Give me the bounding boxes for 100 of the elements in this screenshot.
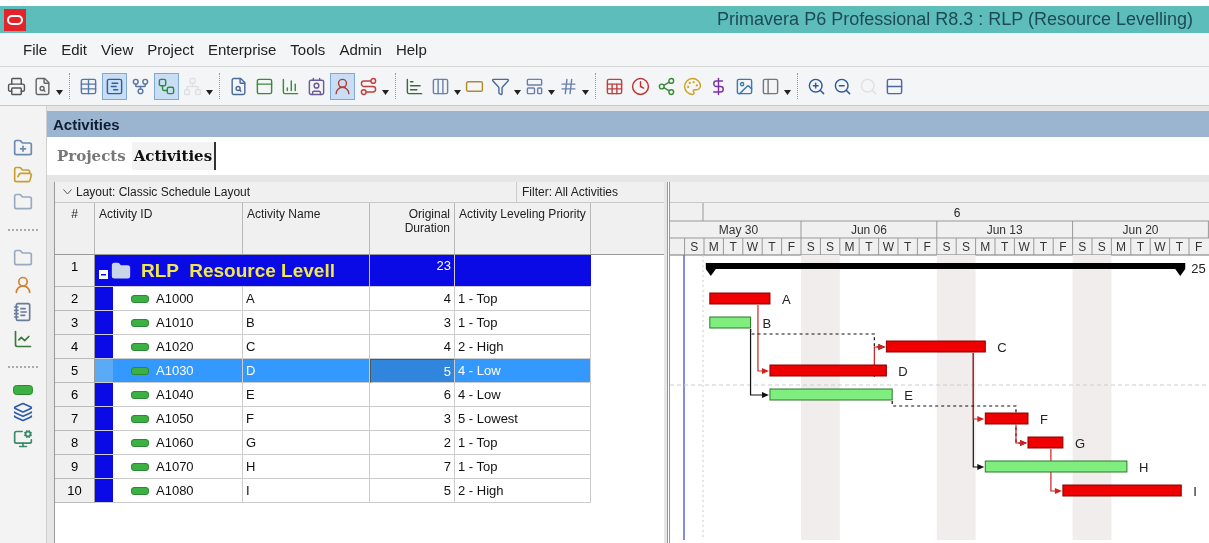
filter-label[interactable]: Filter: All Activities (517, 185, 619, 199)
route-icon (359, 76, 378, 96)
column-header[interactable]: Activity Name (243, 203, 370, 255)
bar-label: G (1074, 436, 1086, 451)
table-cell-text: A1020 (155, 338, 194, 356)
table-cell: E (243, 383, 370, 407)
activity-icon (131, 343, 149, 351)
menu-item[interactable]: Enterprise (202, 39, 282, 60)
bars-icon (405, 76, 424, 96)
menu-item[interactable]: Tools (285, 39, 331, 60)
caret-icon[interactable] (514, 89, 521, 95)
bar-label: F (1040, 412, 1048, 427)
activity-bar[interactable] (1062, 484, 1182, 497)
menu-item[interactable]: View (96, 39, 139, 60)
day-label: T (1136, 240, 1145, 254)
layout-icon (525, 76, 544, 96)
activity-bar[interactable] (769, 364, 887, 377)
table-cell: 2 - High (455, 335, 591, 359)
activity-icon (131, 439, 149, 447)
activity-bar[interactable] (1027, 436, 1064, 449)
project-name: RLP Resource Levell (141, 259, 335, 282)
user-icon (333, 76, 352, 96)
toolbar-button[interactable] (330, 72, 355, 100)
folder-icon[interactable] (13, 248, 33, 268)
monitor-icon[interactable] (13, 429, 33, 449)
file-search-icon (33, 76, 52, 96)
image-icon (735, 76, 754, 96)
layout-label[interactable]: Layout: Classic Schedule Layout (76, 185, 251, 199)
indent-strip (95, 359, 113, 382)
day-label: T (729, 240, 737, 254)
table-cell: 4 - Low (455, 359, 591, 383)
toolbar-button[interactable] (102, 72, 127, 100)
table-cell: 4 - Low (455, 383, 591, 407)
column-header[interactable]: # (55, 203, 95, 255)
caret-icon[interactable] (582, 89, 589, 95)
day-label: T (768, 240, 776, 254)
row-number: 6 (55, 383, 95, 407)
indent-strip (95, 479, 113, 502)
indent-strip (95, 311, 113, 334)
toolbar-button[interactable] (154, 72, 179, 100)
table-cell: 23 (370, 255, 455, 287)
row-number: 9 (55, 455, 95, 479)
day-label: S (1097, 240, 1106, 254)
caret-icon[interactable] (548, 89, 555, 95)
day-label: T (865, 240, 873, 254)
tab[interactable]: Projects (55, 142, 128, 170)
table-cell-text: A1060 (155, 434, 194, 452)
tab[interactable]: Activities (131, 142, 217, 170)
day-label: F (787, 240, 795, 254)
folder-icon[interactable] (13, 192, 33, 212)
caret-icon[interactable] (454, 89, 461, 95)
menu-item[interactable]: File (18, 39, 53, 60)
app-logo (4, 8, 26, 31)
activity-bar[interactable] (709, 292, 771, 305)
collapse-icon[interactable] (99, 270, 108, 279)
table-cell-text: A1050 (155, 410, 194, 428)
menu-item[interactable]: Admin (334, 39, 387, 60)
user-icon[interactable] (13, 275, 33, 295)
indent-strip (95, 455, 113, 478)
row-number: 7 (55, 407, 95, 431)
activity-icon (131, 319, 149, 327)
activity-icon[interactable] (13, 385, 33, 395)
table-cell-text: A1010 (155, 314, 194, 332)
folder-open-icon[interactable] (13, 165, 33, 185)
columns-icon (431, 76, 450, 96)
activity-bar[interactable] (885, 340, 986, 353)
day-label: S (806, 240, 815, 254)
day-label: T (1001, 240, 1009, 254)
caret-icon[interactable] (56, 89, 63, 95)
day-label: T (1175, 240, 1183, 254)
caret-icon[interactable] (382, 89, 389, 95)
column-header[interactable]: Original Duration (370, 203, 455, 255)
table-cell: 3 (370, 311, 455, 335)
indent-strip (95, 383, 113, 406)
table-cell-text: A1040 (155, 386, 194, 404)
table-cell: 3 (370, 407, 455, 431)
caret-icon[interactable] (206, 89, 213, 95)
menu-item[interactable]: Project (142, 39, 199, 60)
table-cell: 1 - Top (455, 311, 591, 335)
table-cell: 5 - Lowest (455, 407, 591, 431)
table-cell: I (243, 479, 370, 503)
day-label: T (1039, 240, 1048, 254)
folder-plus-icon[interactable] (13, 138, 33, 158)
activity-bar[interactable] (984, 412, 1029, 425)
caret-icon[interactable] (784, 89, 791, 95)
table-cell: 5 (370, 359, 455, 383)
column-header[interactable]: Activity ID (95, 203, 243, 255)
column-header[interactable]: Activity Leveling Priority (455, 203, 591, 255)
chart-icon[interactable] (13, 329, 33, 349)
table-cell-text: A1080 (155, 482, 194, 500)
menu-item[interactable]: Edit (56, 39, 93, 60)
notebook-icon[interactable] (13, 302, 33, 322)
bar-chart-icon (281, 76, 300, 96)
layers-icon[interactable] (13, 402, 33, 422)
menu-item[interactable]: Help (390, 39, 432, 60)
activity-bar[interactable] (709, 316, 752, 329)
day-label: S (690, 240, 699, 254)
spreadsheet-icon (605, 76, 624, 96)
row-number: 2 (55, 287, 95, 311)
table-cell: G (243, 431, 370, 455)
